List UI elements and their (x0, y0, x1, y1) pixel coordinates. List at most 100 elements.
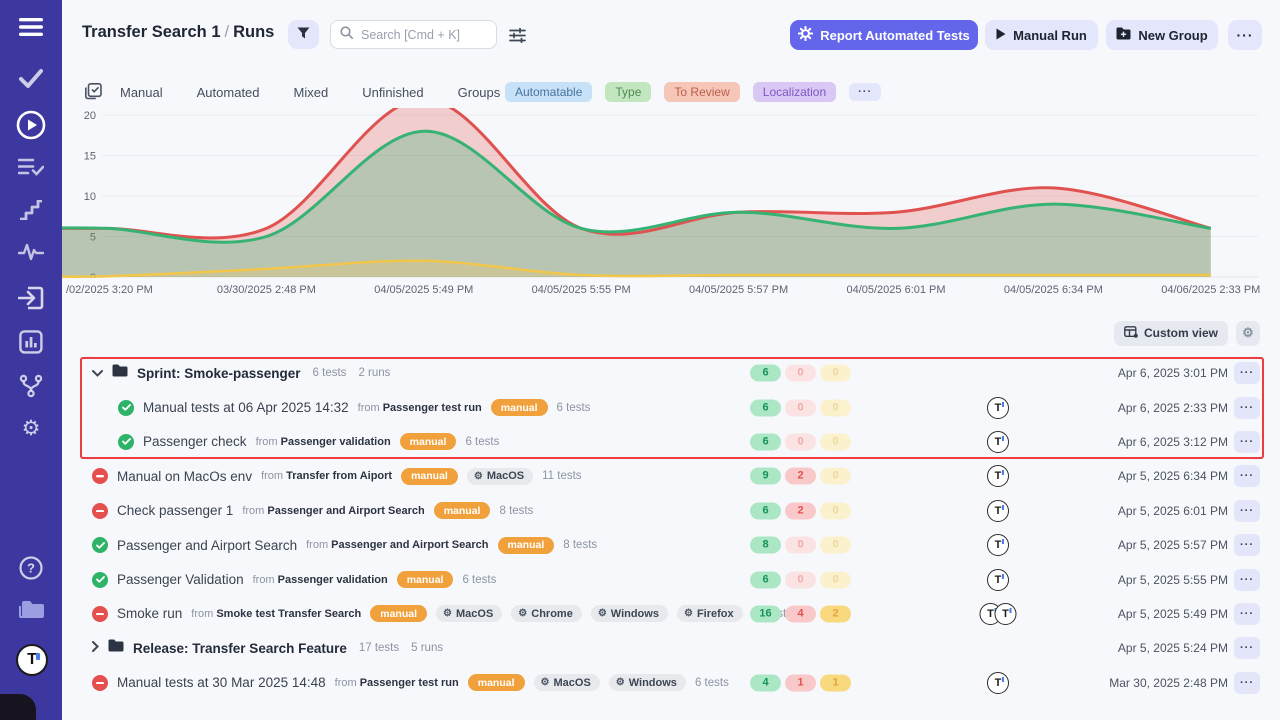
analytics-icon[interactable] (0, 330, 62, 354)
menu-icon[interactable] (0, 18, 62, 36)
filter-button[interactable] (288, 20, 319, 49)
adjustments-icon[interactable] (506, 24, 528, 46)
folder-plus-icon (1116, 27, 1131, 43)
tab-automated[interactable]: Automated (197, 85, 260, 100)
result-counts: 600 (750, 399, 851, 416)
row-main: Sprint: Smoke-passenger6 tests2 runs (92, 356, 390, 390)
run-tests-count: 8 tests (499, 505, 533, 517)
app-logo[interactable]: T (16, 644, 48, 676)
report-automated-tests-label: Report Automated Tests (820, 28, 970, 43)
run-source-name: Passenger and Airport Search (331, 539, 488, 551)
search-box (330, 20, 497, 49)
run-date: Apr 5, 2025 5:55 PM (1118, 573, 1228, 587)
row-more-button[interactable]: ··· (1234, 431, 1260, 453)
run-row[interactable]: Manual tests at 30 Mar 2025 14:48from Pa… (62, 666, 1280, 700)
row-more-button[interactable]: ··· (1234, 362, 1260, 384)
run-title: Check passenger 1 (117, 503, 233, 518)
skipped-count-pill: 0 (820, 502, 851, 519)
result-counts: 600 (750, 365, 851, 382)
tab-mixed[interactable]: Mixed (294, 85, 329, 100)
view-settings-gear-icon[interactable]: ⚙ (1236, 321, 1260, 346)
chevron-right-icon[interactable] (92, 639, 99, 657)
manual-run-button[interactable]: Manual Run (985, 20, 1098, 50)
run-row[interactable]: Passenger Validationfrom Passenger valid… (62, 562, 1280, 596)
gear-icon: ⚙ (518, 608, 527, 619)
skipped-count-pill: 0 (820, 365, 851, 382)
header-more-button[interactable]: ··· (1228, 20, 1262, 50)
run-source: from Passenger and Airport Search (306, 539, 488, 551)
run-date: Apr 6, 2025 3:01 PM (1118, 366, 1228, 380)
tests-check-icon[interactable] (0, 68, 62, 88)
x-axis-label: 04/05/2025 5:57 PM (689, 284, 788, 296)
run-date: Mar 30, 2025 2:48 PM (1109, 676, 1228, 690)
import-icon[interactable] (0, 286, 62, 310)
run-row[interactable]: Manual tests at 06 Apr 2025 14:32from Pa… (62, 390, 1280, 424)
gear-icon: ⚙ (443, 608, 452, 619)
tag-automatable[interactable]: Automatable (505, 82, 592, 102)
tag-localization[interactable]: Localization (753, 82, 836, 102)
tab-unfinished[interactable]: Unfinished (362, 85, 423, 100)
branch-icon[interactable] (0, 374, 62, 398)
run-date: Apr 5, 2025 5:57 PM (1118, 538, 1228, 552)
group-row[interactable]: Sprint: Smoke-passenger6 tests2 runs 600 A… (62, 356, 1280, 390)
failed-count-pill: 0 (785, 433, 816, 450)
row-more-button[interactable]: ··· (1234, 569, 1260, 591)
search-input[interactable] (359, 27, 479, 43)
row-more-button[interactable]: ··· (1234, 637, 1260, 659)
row-more-button[interactable]: ··· (1234, 465, 1260, 487)
status-passed-icon (92, 572, 108, 588)
select-all-icon[interactable] (85, 83, 102, 105)
passed-count-pill: 6 (750, 399, 781, 416)
manual-badge: manual (397, 571, 454, 588)
tags-more-button[interactable]: ··· (849, 83, 881, 101)
run-row[interactable]: Passenger and Airport Searchfrom Passeng… (62, 528, 1280, 562)
help-icon[interactable]: ? (0, 556, 62, 580)
row-main: Release: Transfer Search Feature17 tests… (92, 631, 443, 665)
plans-list-check-icon[interactable] (0, 157, 62, 177)
gear-icon: ⚙ (474, 471, 483, 482)
run-title: Manual on MacOs env (117, 469, 252, 484)
run-row[interactable]: Smoke runfrom Smoke test Transfer Search… (62, 597, 1280, 631)
skipped-count-pill: 0 (820, 537, 851, 554)
steps-stairs-icon[interactable] (0, 200, 62, 220)
run-row[interactable]: Check passenger 1from Passenger and Airp… (62, 494, 1280, 528)
pulse-activity-icon[interactable] (0, 243, 62, 261)
env-chip-macos: ⚙MacOS (534, 674, 600, 691)
row-more-button[interactable]: ··· (1234, 534, 1260, 556)
row-more-button[interactable]: ··· (1234, 672, 1260, 694)
runs-list: Sprint: Smoke-passenger6 tests2 runs600A… (62, 356, 1280, 700)
custom-view-button[interactable]: Custom view (1114, 321, 1228, 346)
runs-play-circle-icon[interactable] (0, 110, 62, 140)
new-group-button[interactable]: New Group (1106, 20, 1218, 50)
row-more-button[interactable]: ··· (1234, 500, 1260, 522)
tab-groups[interactable]: Groups (458, 85, 501, 100)
tag-to-review[interactable]: To Review (664, 82, 739, 102)
env-chip-chrome: ⚙Chrome (511, 605, 582, 622)
report-automated-tests-button[interactable]: Report Automated Tests (790, 20, 978, 50)
status-failed-icon (92, 606, 108, 622)
runs-trend-chart: 05101520 (62, 108, 1280, 278)
row-main: Passenger Validationfrom Passenger valid… (92, 562, 496, 596)
status-passed-icon (118, 400, 134, 416)
reporter-logos: T (987, 500, 1009, 522)
run-tests-count: 6 tests (465, 436, 499, 448)
run-row[interactable]: Passenger checkfrom Passenger validation… (62, 425, 1280, 459)
corner-shade (0, 694, 36, 720)
tab-manual[interactable]: Manual (120, 85, 163, 100)
chevron-down-icon[interactable] (92, 364, 103, 382)
svg-text:?: ? (27, 561, 35, 576)
row-more-button[interactable]: ··· (1234, 397, 1260, 419)
tag-type[interactable]: Type (605, 82, 651, 102)
folder-icon (108, 639, 124, 657)
row-more-button[interactable]: ··· (1234, 603, 1260, 625)
projects-folder-icon[interactable] (0, 598, 62, 620)
env-chip-macos: ⚙MacOS (467, 468, 533, 485)
env-chip-windows: ⚙Windows (591, 605, 668, 622)
run-date: Apr 6, 2025 3:12 PM (1118, 435, 1228, 449)
row-main: Manual tests at 06 Apr 2025 14:32from Pa… (118, 390, 590, 424)
run-row[interactable]: Manual on MacOs envfrom Transfer from Ai… (62, 459, 1280, 493)
tag-filter-list: Automatable Type To Review Localization ··· (505, 80, 881, 104)
settings-gear-icon[interactable]: ⚙ (0, 416, 62, 441)
testomat-logo-icon: T (987, 500, 1009, 522)
group-row[interactable]: Release: Transfer Search Feature17 tests… (62, 631, 1280, 665)
